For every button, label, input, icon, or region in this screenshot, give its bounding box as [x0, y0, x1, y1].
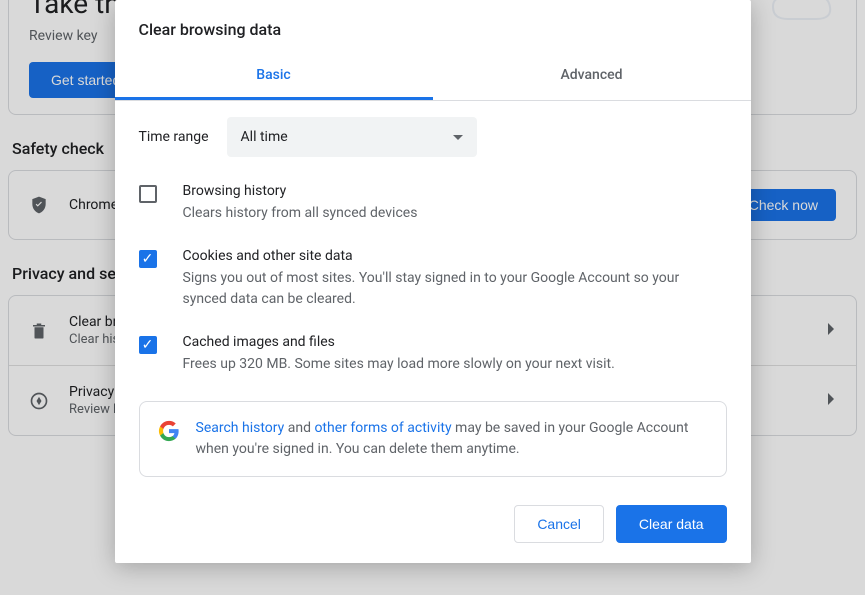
checkmark-icon: ✓: [142, 252, 154, 266]
checkbox-browsing-history[interactable]: [139, 185, 157, 203]
option-desc: Signs you out of most sites. You'll stay…: [183, 268, 727, 310]
info-text: Search history and other forms of activi…: [196, 418, 708, 460]
checkbox-cookies[interactable]: ✓: [139, 250, 157, 268]
dialog-actions: Cancel Clear data: [115, 477, 751, 543]
other-activity-link[interactable]: other forms of activity: [314, 420, 451, 436]
option-title: Cached images and files: [183, 334, 727, 350]
option-cached: ✓ Cached images and files Frees up 320 M…: [115, 324, 751, 389]
option-desc: Frees up 320 MB. Some sites may load mor…: [183, 354, 727, 375]
time-range-row: Time range All time: [115, 101, 751, 173]
google-info-box: Search history and other forms of activi…: [139, 401, 727, 477]
google-logo-icon: [158, 420, 180, 442]
checkmark-icon: ✓: [142, 338, 154, 352]
clear-data-button[interactable]: Clear data: [616, 505, 727, 543]
dialog-title: Clear browsing data: [115, 0, 751, 53]
clear-browsing-data-dialog: Clear browsing data Basic Advanced Time …: [115, 0, 751, 563]
checkbox-cached[interactable]: ✓: [139, 336, 157, 354]
cancel-button[interactable]: Cancel: [514, 505, 604, 543]
time-range-select[interactable]: All time: [227, 117, 477, 157]
tab-basic[interactable]: Basic: [115, 53, 433, 100]
time-range-value: All time: [241, 129, 288, 145]
tab-advanced[interactable]: Advanced: [433, 53, 751, 100]
time-range-label: Time range: [139, 129, 209, 145]
dropdown-arrow-icon: [453, 135, 463, 140]
option-browsing-history: Browsing history Clears history from all…: [115, 173, 751, 238]
search-history-link[interactable]: Search history: [196, 420, 285, 436]
option-title: Browsing history: [183, 183, 727, 199]
dialog-tabs: Basic Advanced: [115, 53, 751, 101]
option-desc: Clears history from all synced devices: [183, 203, 727, 224]
option-title: Cookies and other site data: [183, 248, 727, 264]
option-cookies: ✓ Cookies and other site data Signs you …: [115, 238, 751, 324]
